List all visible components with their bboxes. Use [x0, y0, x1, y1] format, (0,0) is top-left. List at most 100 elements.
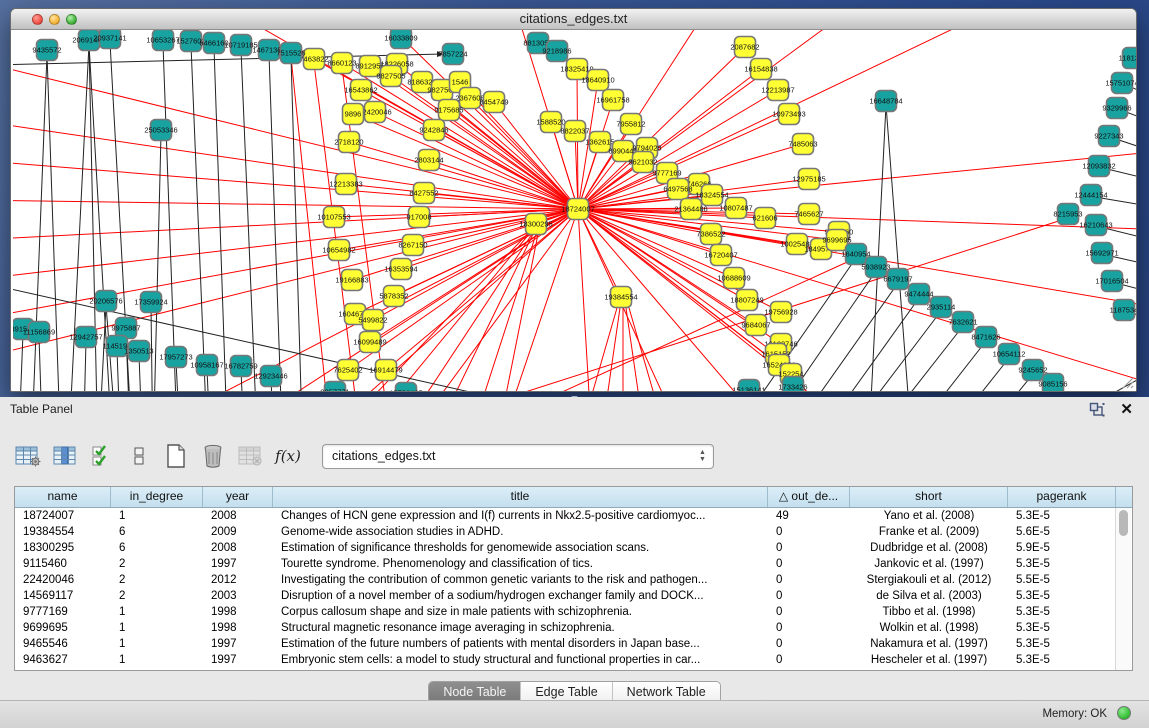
- column-header-pagerank[interactable]: pagerank: [1008, 487, 1116, 507]
- table-header-row[interactable]: namein_degreeyeartitle△ out_de...shortpa…: [15, 487, 1132, 508]
- column-header-name[interactable]: name: [15, 487, 111, 507]
- graph-node[interactable]: 10653267: [146, 30, 179, 51]
- graph-node[interactable]: 6497568: [663, 179, 692, 200]
- graph-node[interactable]: 9242848: [419, 120, 448, 141]
- graph-node[interactable]: 9227343: [1094, 126, 1123, 147]
- graph-node[interactable]: 7515526: [276, 43, 305, 64]
- table-settings-button[interactable]: [14, 441, 42, 471]
- graph-node[interactable]: 2803144: [414, 150, 443, 171]
- graph-node[interactable]: 2087682: [730, 37, 759, 58]
- graph-node[interactable]: 8454749: [479, 92, 508, 113]
- graph-node[interactable]: 16154838: [744, 59, 777, 80]
- table-row[interactable]: 911546021997Tourette syndrome. Phenomeno…: [15, 556, 1132, 572]
- graph-node[interactable]: 16720407: [704, 245, 737, 266]
- table-row[interactable]: 969969511998Structural magnetic resonanc…: [15, 620, 1132, 636]
- graph-node[interactable]: 25053346: [144, 120, 177, 141]
- graph-node[interactable]: 2935114: [927, 297, 956, 318]
- column-header-short[interactable]: short: [850, 487, 1008, 507]
- import-table-disabled-button[interactable]: [236, 441, 264, 471]
- graph-node[interactable]: 16782759: [224, 356, 257, 377]
- graph-node[interactable]: 9329966: [1102, 98, 1131, 119]
- window-titlebar[interactable]: citations_edges.txt: [11, 9, 1136, 30]
- table-scrollbar[interactable]: [1115, 508, 1131, 670]
- graph-node[interactable]: 1350513: [124, 341, 153, 362]
- graph-node[interactable]: 17957273: [159, 347, 192, 368]
- graph-node[interactable]: 12975185: [792, 169, 825, 190]
- graph-node[interactable]: 12444154: [1074, 185, 1107, 206]
- graph-node[interactable]: 10958167: [190, 355, 223, 376]
- column-header-out_de[interactable]: △ out_de...: [768, 487, 850, 507]
- graph-node[interactable]: 16033809: [384, 30, 417, 49]
- close-panel-icon[interactable]: ✕: [1120, 400, 1133, 418]
- table-row[interactable]: 2242004622012Investigating the contribut…: [15, 572, 1132, 588]
- column-header-in_degree[interactable]: in_degree: [111, 487, 203, 507]
- graph-node[interactable]: 7625402: [333, 360, 362, 381]
- graph-node[interactable]: 10688609: [717, 268, 750, 289]
- row-height-button[interactable]: [125, 441, 153, 471]
- graph-node[interactable]: 5878352: [379, 286, 408, 307]
- graph-node[interactable]: 8267150: [398, 235, 427, 256]
- graph-node[interactable]: 12923446: [254, 366, 287, 387]
- table-row[interactable]: 946554611997Estimation of the future num…: [15, 636, 1132, 652]
- graph-node[interactable]: 7857224: [438, 44, 467, 65]
- graph-node[interactable]: 15751074: [1105, 73, 1136, 94]
- float-panel-icon[interactable]: [1089, 402, 1105, 417]
- graph-node[interactable]: 2718120: [334, 132, 363, 153]
- graph-node[interactable]: 7632621: [948, 312, 977, 333]
- column-select-button[interactable]: [51, 441, 79, 471]
- graph-node[interactable]: 15736485: [389, 383, 422, 392]
- graph-node[interactable]: 1733426: [778, 377, 807, 392]
- graph-node[interactable]: 10654112: [993, 344, 1026, 365]
- table-row[interactable]: 977716911998Corpus callosum shape and si…: [15, 604, 1132, 620]
- graph-node[interactable]: 17016504: [1095, 271, 1128, 292]
- graph-node[interactable]: 9435572: [32, 40, 61, 61]
- select-rows-button[interactable]: [88, 441, 116, 471]
- graph-node[interactable]: 1187534: [1110, 300, 1136, 321]
- dropdown-stepper-icon[interactable]: ▲▼: [697, 447, 708, 465]
- table-select-dropdown[interactable]: citations_edges.txt▲▼: [322, 444, 714, 469]
- graph-node[interactable]: 15136141: [732, 380, 765, 392]
- graph-node[interactable]: 7485063: [788, 134, 817, 155]
- table-row[interactable]: 946362711997Embryonic stem cells: a mode…: [15, 652, 1132, 668]
- table-row[interactable]: 1830029562008Estimation of significance …: [15, 540, 1132, 556]
- network-canvas[interactable]: 1872400718300295193845547463822866012389…: [13, 30, 1136, 391]
- graph-node[interactable]: 10107553: [317, 207, 350, 228]
- graph-node[interactable]: 9175685: [434, 100, 463, 121]
- node-table[interactable]: namein_degreeyeartitle△ out_de...shortpa…: [14, 486, 1133, 671]
- column-header-year[interactable]: year: [203, 487, 273, 507]
- delete-table-button[interactable]: [199, 441, 227, 471]
- graph-node[interactable]: 621606: [752, 208, 777, 229]
- graph-node[interactable]: 16353594: [384, 259, 417, 280]
- graph-node[interactable]: 17359924: [134, 292, 167, 313]
- scrollbar-thumb[interactable]: [1119, 510, 1128, 536]
- graph-node[interactable]: 9896: [343, 104, 364, 125]
- new-table-button[interactable]: [162, 441, 190, 471]
- graph-node[interactable]: 917008: [406, 207, 431, 228]
- graph-node[interactable]: 16543862: [344, 80, 377, 101]
- graph-node[interactable]: 1181304: [1119, 48, 1136, 69]
- graph-node[interactable]: 8471626: [971, 327, 1000, 348]
- graph-node[interactable]: 10654982: [322, 240, 355, 261]
- network-view-window[interactable]: citations_edges.txt 18724007183002951938…: [10, 8, 1137, 392]
- graph-node[interactable]: 9085156: [1038, 374, 1067, 392]
- table-body[interactable]: 1872400712008Changes of HCN gene express…: [15, 508, 1132, 668]
- graph-node[interactable]: 8660123: [327, 53, 356, 74]
- graph-node[interactable]: 16210643: [1079, 215, 1112, 236]
- graph-node[interactable]: 18807249: [730, 290, 763, 311]
- graph-node[interactable]: 16914479: [369, 360, 402, 381]
- graph-node[interactable]: 19384554: [604, 287, 637, 308]
- table-row[interactable]: 1938455462009Genome-wide association stu…: [15, 524, 1132, 540]
- table-row[interactable]: 1872400712008Changes of HCN gene express…: [15, 508, 1132, 524]
- resize-grip-icon[interactable]: [1120, 375, 1134, 389]
- graph-node[interactable]: 7386522: [696, 224, 725, 245]
- table-row[interactable]: 1456911722003Disruption of a novel membe…: [15, 588, 1132, 604]
- graph-node[interactable]: 10973493: [772, 104, 805, 125]
- graph-node[interactable]: 19756928: [764, 302, 797, 323]
- graph-node[interactable]: 15692971: [1085, 243, 1118, 264]
- graph-node[interactable]: 16961758: [596, 90, 629, 111]
- graph-node[interactable]: 8427552: [409, 183, 438, 204]
- function-builder-button[interactable]: f(x): [273, 441, 301, 471]
- column-header-title[interactable]: title: [273, 487, 768, 507]
- graph-node[interactable]: 16648784: [869, 91, 902, 112]
- graph-node[interactable]: 9218986: [542, 41, 571, 62]
